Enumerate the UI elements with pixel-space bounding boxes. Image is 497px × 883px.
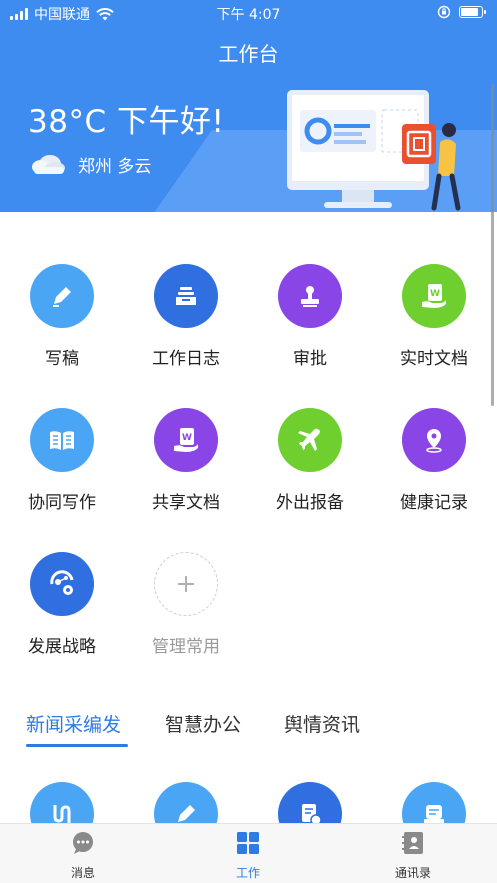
battery-icon xyxy=(459,6,486,18)
grid-item-health-record[interactable]: 健康记录 xyxy=(372,408,496,513)
grid-item-realtime-doc[interactable]: W 实时文档 xyxy=(372,264,496,369)
workbench-illustration xyxy=(287,90,461,211)
grid-label: 健康记录 xyxy=(400,493,468,513)
svg-text:W: W xyxy=(430,289,440,299)
grid-item-strategy[interactable]: 发展战略 xyxy=(0,552,124,657)
nav-messages[interactable]: 消息 xyxy=(33,830,133,881)
nav-work[interactable]: 工作 xyxy=(198,830,298,881)
grid-label: 共享文档 xyxy=(152,493,220,513)
document-hand-icon: W xyxy=(154,408,218,472)
nav-label: 工作 xyxy=(235,866,260,880)
airplane-icon xyxy=(278,408,342,472)
grid-icon xyxy=(237,832,259,854)
stamp-icon xyxy=(278,264,342,328)
document-hand-icon: W xyxy=(402,264,466,328)
grid-label: 审批 xyxy=(293,349,327,369)
grid-label: 写稿 xyxy=(45,349,79,369)
grid-label: 工作日志 xyxy=(152,349,220,369)
grid-item-manage-shortcuts[interactable]: 管理常用 xyxy=(124,552,248,657)
status-bar: 中国联通 下午 4:07 xyxy=(0,0,497,26)
chat-bubble-icon xyxy=(73,832,93,854)
grid-label: 管理常用 xyxy=(152,637,220,657)
header-banner: 中国联通 下午 4:07 工作台 38°C 下午好! 郑州 多云 xyxy=(0,0,497,212)
inbox-tray-icon xyxy=(154,264,218,328)
pencil-icon xyxy=(30,264,94,328)
tab-public-opinion[interactable]: 舆情资讯 xyxy=(284,710,360,737)
nav-contacts[interactable]: 通讯录 xyxy=(363,830,463,881)
active-tab-indicator xyxy=(26,744,128,747)
orientation-lock-icon xyxy=(437,5,451,19)
grid-label: 实时文档 xyxy=(400,349,468,369)
weather-location: 郑州 多云 xyxy=(78,157,152,177)
grid-item-collab-writing[interactable]: 协同写作 xyxy=(0,408,124,513)
category-tabs: 新闻采编发 智慧办公 舆情资讯 xyxy=(0,706,497,750)
nav-label: 通讯录 xyxy=(394,866,431,880)
grid-item-shared-doc[interactable]: W 共享文档 xyxy=(124,408,248,513)
contacts-book-icon xyxy=(402,832,423,854)
open-book-icon xyxy=(30,408,94,472)
bottom-nav: 消息 工作 通讯录 xyxy=(0,823,497,883)
grid-item-work-log[interactable]: 工作日志 xyxy=(124,264,248,369)
weather-greeting: 38°C 下午好! xyxy=(28,104,225,140)
tab-smart-office[interactable]: 智慧办公 xyxy=(165,710,241,737)
nav-label: 消息 xyxy=(70,866,95,880)
battery-level xyxy=(461,8,478,16)
strategy-gear-icon xyxy=(30,552,94,616)
grid-label: 外出报备 xyxy=(276,493,344,513)
status-time: 下午 4:07 xyxy=(216,7,281,23)
cloudy-icon xyxy=(32,155,65,174)
grid-label: 协同写作 xyxy=(28,493,96,513)
svg-text:W: W xyxy=(182,433,192,443)
grid-item-trip-report[interactable]: 外出报备 xyxy=(248,408,372,513)
page-title: 工作台 xyxy=(218,42,279,66)
plus-icon xyxy=(154,552,218,616)
grid-label: 发展战略 xyxy=(28,637,96,657)
tab-news-editing[interactable]: 新闻采编发 xyxy=(26,710,121,737)
location-pin-icon xyxy=(402,408,466,472)
grid-item-writing[interactable]: 写稿 xyxy=(0,264,124,369)
grid-item-approval[interactable]: 审批 xyxy=(248,264,372,369)
